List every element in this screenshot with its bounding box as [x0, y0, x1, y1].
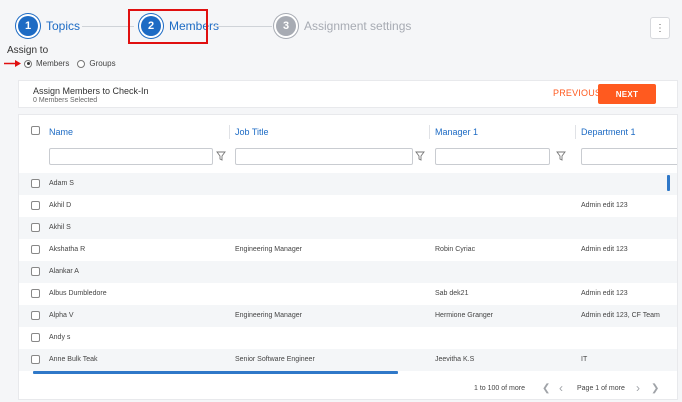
radio-members-button[interactable]: [24, 59, 32, 68]
cell-name: Andy s: [49, 334, 71, 341]
horizontal-scrollbar[interactable]: [33, 371, 398, 374]
assign-members-header: Assign Members to Check-In 0 Members Sel…: [18, 80, 678, 108]
row-checkbox[interactable]: [31, 179, 40, 188]
radio-members-label: Members: [36, 59, 70, 68]
next-button[interactable]: NEXT: [598, 84, 656, 104]
cell-job: Engineering Manager: [235, 246, 302, 253]
row-checkbox[interactable]: [31, 267, 40, 276]
select-all-checkbox[interactable]: [31, 126, 40, 135]
cell-name: Akhil S: [49, 224, 71, 231]
row-checkbox[interactable]: [31, 311, 40, 320]
column-divider[interactable]: [429, 125, 430, 139]
cell-name: Anne Bulk Teak: [49, 356, 98, 363]
kebab-icon[interactable]: ⋮: [650, 17, 670, 39]
cell-name: Akshatha R: [49, 246, 86, 253]
table-row[interactable]: Akshatha R Engineering Manager Robin Cyria…: [19, 239, 677, 261]
filter-icon[interactable]: [415, 151, 425, 161]
step-number: 3: [276, 16, 296, 36]
vertical-scrollbar[interactable]: [667, 175, 670, 191]
step-label: Topics: [46, 19, 81, 33]
next-page-icon[interactable]: ›: [636, 381, 640, 395]
step-label: Assignment settings: [304, 19, 412, 33]
pointer-arrow-icon: [4, 60, 21, 67]
row-checkbox[interactable]: [31, 333, 40, 342]
cell-dept: Admin edit 123: [581, 290, 628, 297]
row-checkbox[interactable]: [31, 201, 40, 210]
cell-manager: Sab dek21: [435, 290, 469, 297]
radio-groups[interactable]: Groups: [77, 59, 116, 68]
step-assignment-settings[interactable]: 3 Assignment settings: [276, 16, 411, 36]
cell-dept: Admin edit 123, CF Team: [581, 312, 660, 319]
cell-dept: Admin edit 123: [581, 246, 628, 253]
row-checkbox[interactable]: [31, 289, 40, 298]
step-connector: [214, 26, 272, 27]
cell-name: Alpha V: [49, 312, 74, 319]
pagination-range: 1 to 100 of more: [474, 385, 525, 392]
cell-name: Albus Dumbledore: [49, 290, 107, 297]
table-row[interactable]: Akhil S: [19, 217, 677, 239]
table-row[interactable]: Anne Bulk Teak Senior Software Engineer Je…: [19, 349, 677, 371]
pagination-bar: 1 to 100 of more ❮ ‹ Page 1 of more › ❯: [19, 377, 677, 399]
table-row[interactable]: Adam S: [19, 173, 677, 195]
cell-dept: Admin edit 123: [581, 202, 628, 209]
row-checkbox[interactable]: [31, 355, 40, 364]
column-header-department[interactable]: Department 1: [581, 127, 636, 137]
column-header-manager[interactable]: Manager 1: [435, 127, 478, 137]
row-checkbox[interactable]: [31, 245, 40, 254]
cell-job: Senior Software Engineer: [235, 356, 315, 363]
step-topics[interactable]: 1 Topics: [18, 16, 80, 36]
cell-manager: Hermione Granger: [435, 312, 493, 319]
previous-button[interactable]: PREVIOUS: [553, 88, 601, 98]
active-step-highlight: [128, 9, 208, 44]
row-checkbox[interactable]: [31, 223, 40, 232]
radio-groups-label: Groups: [89, 59, 116, 68]
cell-dept: IT: [581, 356, 588, 363]
table-row[interactable]: Alpha V Engineering Manager Hermione Grang…: [19, 305, 677, 327]
table-row[interactable]: Albus Dumbledore Sab dek21 Admin edit 123: [19, 283, 677, 305]
column-divider[interactable]: [575, 125, 576, 139]
last-page-icon[interactable]: ❯: [651, 383, 659, 394]
assign-to-title: Assign to: [7, 45, 49, 56]
column-header-name[interactable]: Name: [49, 127, 73, 137]
filter-icon[interactable]: [216, 151, 226, 161]
radio-groups-button[interactable]: [77, 59, 86, 68]
column-divider[interactable]: [229, 125, 230, 139]
radio-members[interactable]: Members: [24, 59, 69, 68]
header-title: Assign Members to Check-In: [33, 86, 149, 96]
page-indicator: Page 1 of more: [577, 385, 625, 392]
table-row[interactable]: Andy s: [19, 327, 677, 349]
manager-filter-input[interactable]: [435, 148, 550, 165]
step-number: 1: [18, 16, 38, 36]
cell-manager: Jeevitha K.S: [435, 356, 475, 363]
filter-icon[interactable]: [556, 151, 566, 161]
table-row[interactable]: Akhil D Admin edit 123: [19, 195, 677, 217]
previous-page-icon[interactable]: ‹: [559, 381, 563, 395]
step-connector: [82, 26, 134, 27]
column-header-job-title[interactable]: Job Title: [235, 127, 269, 137]
cell-name: Alankar A: [49, 268, 79, 275]
name-filter-input[interactable]: [49, 148, 213, 165]
members-table: Name Job Title Manager 1 Department 1 Ad…: [18, 114, 678, 400]
selected-count: 0 Members Selected: [33, 97, 98, 104]
first-page-icon[interactable]: ❮: [542, 383, 550, 394]
cell-name: Adam S: [49, 180, 74, 187]
cell-job: Engineering Manager: [235, 312, 302, 319]
cell-manager: Robin Cyriac: [435, 246, 476, 253]
cell-name: Akhil D: [49, 202, 72, 209]
table-row[interactable]: Alankar A: [19, 261, 677, 283]
wizard-stepper: 1 Topics 2 Members 3 Assignment settings: [18, 14, 418, 42]
assign-to-options: Members Groups: [24, 59, 124, 68]
department-filter-input[interactable]: [581, 148, 677, 165]
job-title-filter-input[interactable]: [235, 148, 413, 165]
